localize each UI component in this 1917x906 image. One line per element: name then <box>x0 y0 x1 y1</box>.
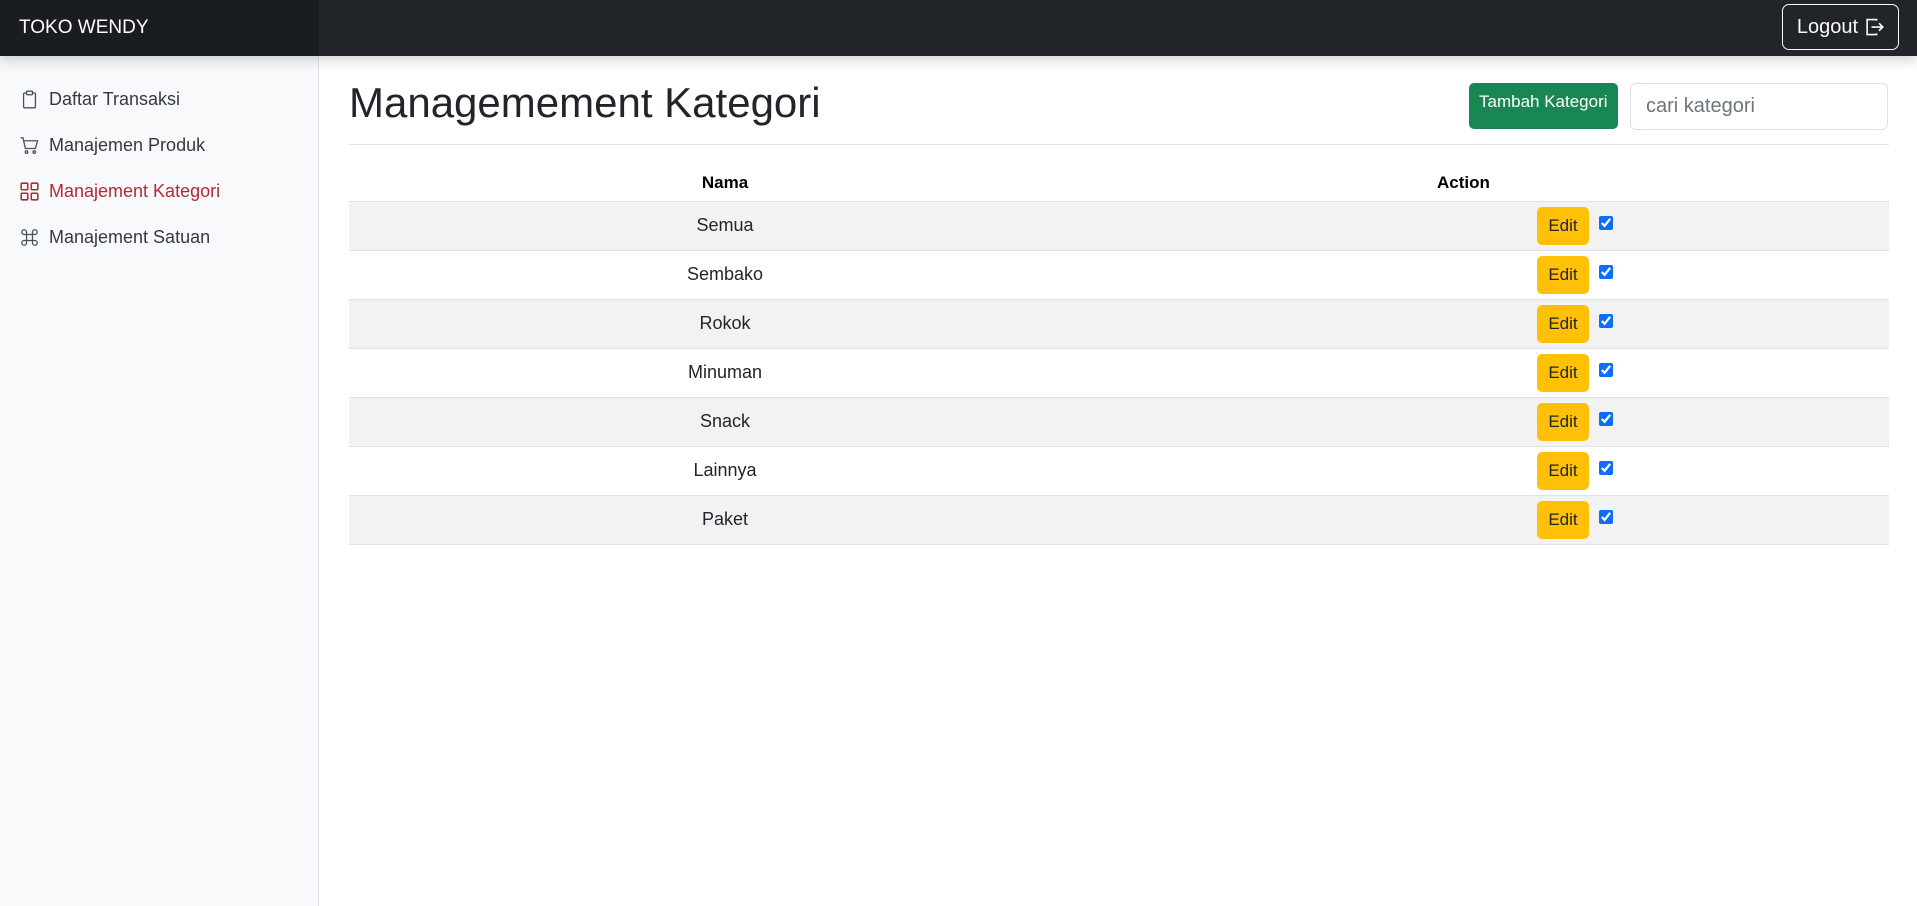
clipboard-icon <box>22 90 37 108</box>
category-checkbox[interactable] <box>1599 411 1613 426</box>
search-input[interactable] <box>1630 83 1888 130</box>
sidebar-item-label: Manajemen Produk <box>49 134 206 155</box>
divider <box>349 144 1889 145</box>
column-header-action: Action <box>1437 173 1490 193</box>
category-checkbox[interactable] <box>1599 460 1613 475</box>
cart-icon <box>20 136 39 154</box>
table-row: Paket Edit <box>349 494 1889 545</box>
edit-button[interactable]: Edit <box>1537 353 1589 392</box>
column-header-name: Nama <box>701 173 749 193</box>
category-checkbox[interactable] <box>1599 264 1613 279</box>
add-category-button[interactable]: Tambah Kategori <box>1469 83 1618 129</box>
category-name: Lainnya <box>349 445 1101 495</box>
command-icon <box>21 228 38 246</box>
logout-label: Logout <box>1796 16 1858 38</box>
grid-icon <box>20 181 39 201</box>
category-name: Paket <box>349 494 1101 545</box>
sidebar-item-manajemen-produk[interactable]: Manajemen Produk <box>0 122 318 168</box>
category-name: Sembako <box>349 249 1101 299</box>
category-name: Minuman <box>349 347 1101 397</box>
category-name: Rokok <box>349 298 1101 348</box>
edit-button[interactable]: Edit <box>1537 402 1589 441</box>
category-checkbox[interactable] <box>1599 509 1613 524</box>
box-arrow-right-icon <box>1866 18 1884 36</box>
category-table: Nama Action Semua Edit Sembako Edit Roko… <box>349 166 1889 545</box>
logout-button[interactable]: Logout <box>1781 4 1899 50</box>
edit-button[interactable]: Edit <box>1537 451 1589 490</box>
sidebar-item-daftar-transaksi[interactable]: Daftar Transaksi <box>0 76 318 122</box>
table-row: Minuman Edit <box>349 347 1889 397</box>
table-row: Sembako Edit <box>349 249 1889 299</box>
sidebar-item-manajement-satuan[interactable]: Manajement Satuan <box>0 214 318 260</box>
table-row: Snack Edit <box>349 396 1889 446</box>
edit-button[interactable]: Edit <box>1537 304 1589 343</box>
table-row: Lainnya Edit <box>349 445 1889 495</box>
brand-name[interactable]: TOKO WENDY <box>0 0 319 56</box>
table-row: Rokok Edit <box>349 298 1889 348</box>
category-name: Snack <box>349 396 1101 446</box>
top-navbar: TOKO WENDY Logout <box>0 0 1917 56</box>
sidebar: Daftar Transaksi Manajemen Produk Manaje… <box>0 56 319 906</box>
sidebar-item-label: Manajement Kategori <box>49 180 221 201</box>
sidebar-item-label: Manajement Satuan <box>49 226 211 247</box>
category-checkbox[interactable] <box>1599 362 1613 377</box>
category-checkbox[interactable] <box>1599 215 1613 230</box>
sidebar-item-label: Daftar Transaksi <box>49 88 181 109</box>
category-name: Semua <box>349 200 1101 250</box>
category-checkbox[interactable] <box>1599 313 1613 328</box>
edit-button[interactable]: Edit <box>1537 255 1589 294</box>
edit-button[interactable]: Edit <box>1537 206 1589 245</box>
page-title: Managemement Kategori <box>349 79 821 126</box>
sidebar-item-manajement-kategori[interactable]: Manajement Kategori <box>0 168 318 214</box>
table-row: Semua Edit <box>349 200 1889 250</box>
edit-button[interactable]: Edit <box>1537 500 1589 539</box>
